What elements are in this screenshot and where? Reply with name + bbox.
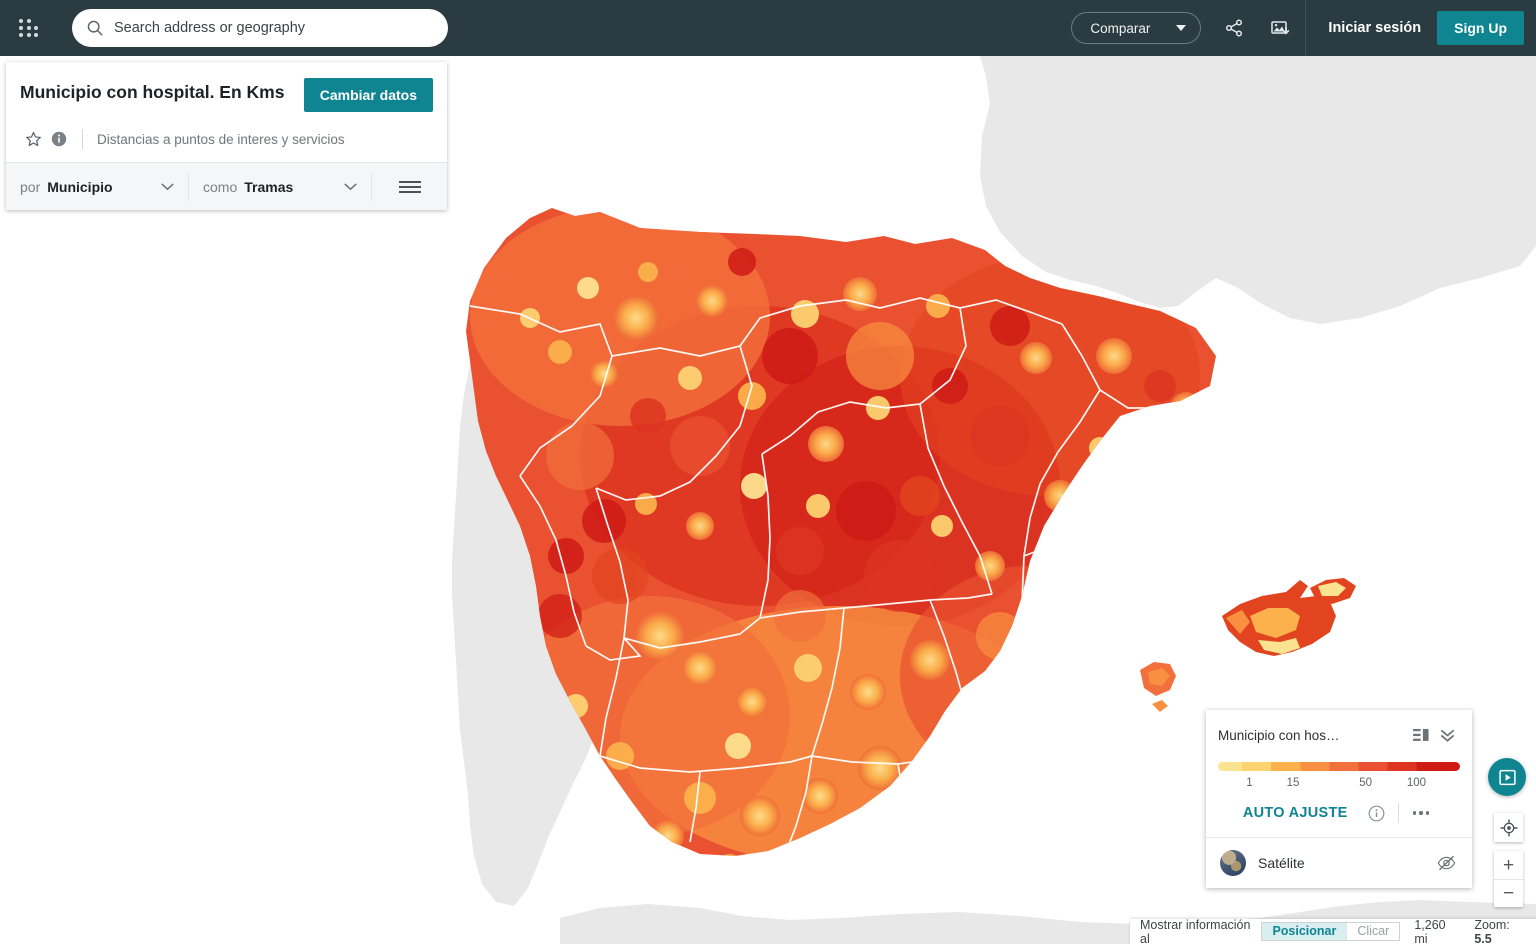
search-icon bbox=[87, 20, 103, 36]
sign-in-link[interactable]: Iniciar sesión bbox=[1312, 20, 1437, 36]
legend-actions: AUTO AJUSTE bbox=[1206, 797, 1472, 837]
social-explorer-map-app: Social Explorer Comparar bbox=[0, 0, 1536, 944]
info-mode-toggle: Posicionar Clicar bbox=[1261, 922, 1401, 941]
legend-tick: 50 bbox=[1359, 777, 1373, 789]
chevron-double-down-icon bbox=[1440, 729, 1454, 742]
sign-up-button[interactable]: Sign Up bbox=[1437, 11, 1524, 45]
change-data-button[interactable]: Cambiar datos bbox=[303, 78, 433, 112]
chevron-down-icon bbox=[322, 183, 357, 191]
share-icon bbox=[1226, 19, 1243, 37]
legend-tick: 15 bbox=[1286, 777, 1300, 789]
top-bar-actions: Comparar Iniciar sesión Sign Up bbox=[1071, 0, 1536, 56]
panel-menu-button[interactable] bbox=[372, 163, 447, 211]
legend-tick: 1 bbox=[1246, 777, 1253, 789]
chevron-down-icon bbox=[1176, 25, 1187, 31]
legend-tick: 100 bbox=[1406, 777, 1427, 789]
legend-title: Municipio con hos… bbox=[1218, 727, 1340, 743]
share-button[interactable] bbox=[1215, 9, 1253, 47]
info-icon bbox=[51, 131, 67, 147]
zoom-value: 5.5 bbox=[1474, 931, 1492, 944]
zoom-out-button[interactable]: − bbox=[1494, 879, 1523, 907]
bars-icon bbox=[1412, 728, 1429, 741]
eye-off-icon bbox=[1437, 855, 1455, 871]
export-image-button[interactable] bbox=[1261, 9, 1299, 47]
visualization-prefix: como bbox=[203, 178, 238, 195]
app-grid-icon bbox=[18, 18, 38, 38]
visualization-selector[interactable]: como Tramas bbox=[189, 163, 371, 211]
legend-tick-labels: 1 15 50 100 bbox=[1218, 775, 1460, 797]
geography-value: Municipio bbox=[47, 178, 113, 195]
hamburger-icon bbox=[398, 178, 421, 196]
locate-me-button[interactable] bbox=[1494, 813, 1523, 842]
panel-divider bbox=[82, 129, 83, 149]
compare-dropdown-button[interactable]: Comparar bbox=[1071, 12, 1202, 44]
visualization-value: Tramas bbox=[244, 178, 294, 195]
globe-thumbnail bbox=[1220, 850, 1246, 876]
search-bar[interactable] bbox=[72, 9, 448, 47]
compare-label: Comparar bbox=[1090, 20, 1151, 36]
info-button[interactable] bbox=[46, 128, 72, 150]
app-launcher-button[interactable] bbox=[0, 0, 56, 56]
top-navigation-bar: Comparar bbox=[0, 0, 1536, 56]
legend-panel: Municipio con hos… 1 15 50 100 AUTO AJUS… bbox=[1206, 710, 1472, 888]
favorite-button[interactable] bbox=[20, 128, 46, 150]
map-scale: 1,260 mi bbox=[1414, 917, 1446, 944]
play-presentation-icon bbox=[1498, 769, 1516, 785]
toolbar-divider bbox=[1305, 0, 1307, 56]
legend-style-button[interactable] bbox=[1408, 724, 1434, 746]
map-zoom-level: Zoom: 5.5 bbox=[1474, 918, 1526, 944]
data-panel-header: Municipio con hospital. En Kms Cambiar d… bbox=[6, 62, 447, 162]
zoom-label: Zoom: bbox=[1474, 917, 1510, 932]
legend-color-ramp bbox=[1218, 762, 1460, 771]
auto-adjust-button[interactable]: AUTO AJUSTE bbox=[1243, 805, 1348, 821]
data-panel-controls: por Municipio como Tramas bbox=[6, 162, 447, 210]
map-status-bar: Mostrar información al Posicionar Clicar… bbox=[1130, 917, 1536, 944]
data-description: Distancias a puntos de interes y servici… bbox=[97, 131, 345, 147]
presentation-button[interactable] bbox=[1488, 758, 1526, 796]
legend-divider bbox=[1397, 803, 1399, 823]
layer-row-satellite[interactable]: Satélite bbox=[1206, 837, 1472, 888]
legend-header: Municipio con hos… bbox=[1206, 710, 1472, 754]
geography-selector[interactable]: por Municipio bbox=[6, 163, 188, 211]
zoom-in-button[interactable]: + bbox=[1494, 851, 1523, 879]
search-input[interactable] bbox=[114, 20, 434, 36]
locate-target-icon bbox=[1499, 818, 1518, 837]
info-mode-click-option[interactable]: Clicar bbox=[1346, 923, 1399, 940]
data-panel: Municipio con hospital. En Kms Cambiar d… bbox=[6, 62, 447, 210]
image-download-icon bbox=[1271, 21, 1290, 35]
legend-more-button[interactable] bbox=[1407, 805, 1436, 821]
info-circle-icon bbox=[1368, 805, 1385, 821]
layer-visibility-toggle[interactable] bbox=[1434, 855, 1458, 871]
info-mode-hover-option[interactable]: Posicionar bbox=[1262, 923, 1347, 940]
legend-collapse-button[interactable] bbox=[1434, 724, 1460, 746]
geography-prefix: por bbox=[20, 178, 41, 195]
info-mode-label: Mostrar información al bbox=[1140, 917, 1251, 944]
chevron-down-icon bbox=[139, 183, 174, 191]
more-options-icon bbox=[1412, 811, 1417, 815]
layer-name: Satélite bbox=[1258, 855, 1305, 871]
star-icon bbox=[25, 131, 41, 146]
legend-info-button[interactable] bbox=[1362, 805, 1392, 822]
zoom-controls: + − bbox=[1494, 851, 1523, 907]
page-title: Municipio con hospital. En Kms bbox=[20, 82, 285, 102]
